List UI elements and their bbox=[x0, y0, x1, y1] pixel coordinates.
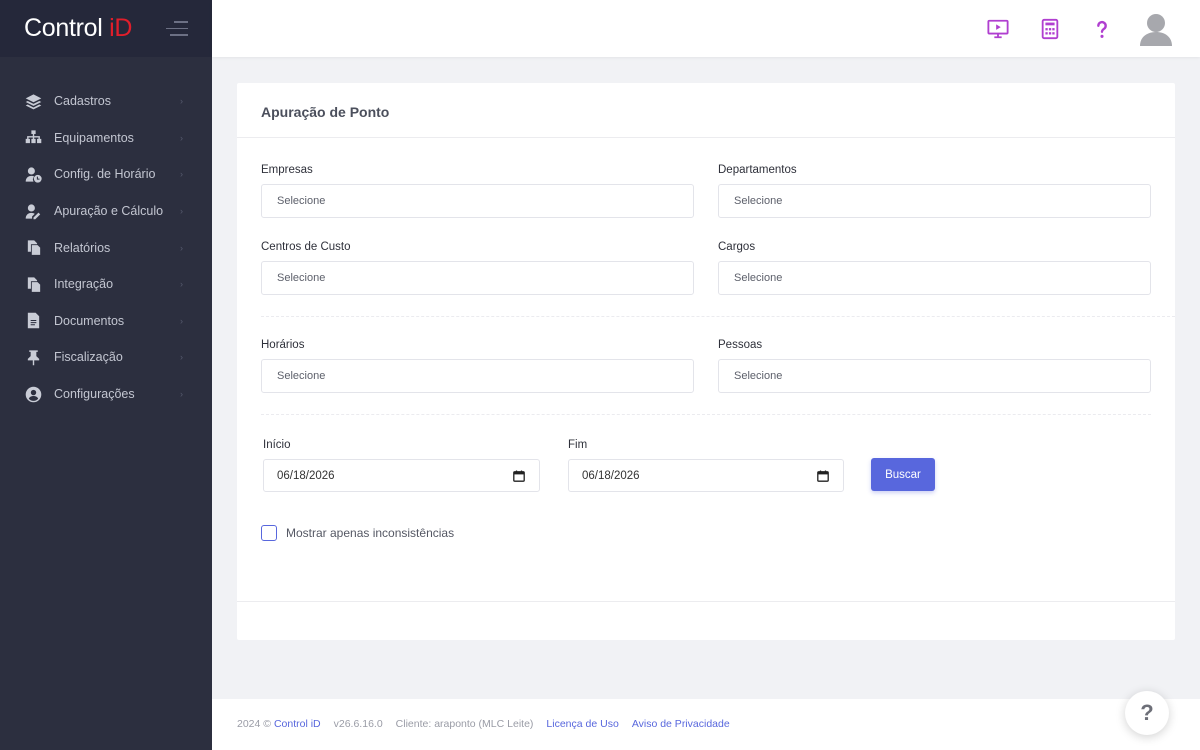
pin-icon bbox=[24, 348, 42, 366]
sidebar-item-equipamentos[interactable]: Equipamentos › bbox=[0, 120, 212, 157]
sidebar-item-label: Integração bbox=[54, 277, 114, 292]
departamentos-select[interactable]: Selecione bbox=[718, 184, 1151, 218]
inicio-label: Início bbox=[263, 439, 291, 451]
chevron-right-icon: › bbox=[180, 315, 183, 326]
fim-date-value: 06/18/2026 bbox=[582, 469, 640, 482]
chevron-right-icon: › bbox=[180, 206, 183, 217]
sidebar-item-relatorios[interactable]: Relatórios › bbox=[0, 229, 212, 266]
brand-logo[interactable]: Control iD bbox=[24, 14, 132, 43]
footer-year: 2024 © bbox=[237, 718, 272, 730]
copy-icon bbox=[24, 239, 42, 257]
chevron-right-icon: › bbox=[180, 242, 183, 253]
copy-icon bbox=[24, 275, 42, 293]
monitor-play-icon[interactable] bbox=[986, 17, 1010, 41]
empresas-select[interactable]: Selecione bbox=[261, 184, 694, 218]
logo-bar: Control iD bbox=[0, 0, 212, 57]
sidebar-item-configuracoes[interactable]: Configurações › bbox=[0, 376, 212, 413]
fim-date-input[interactable]: 06/18/2026 bbox=[568, 459, 844, 492]
chevron-right-icon: › bbox=[180, 389, 183, 400]
buscar-button[interactable]: Buscar bbox=[871, 458, 935, 491]
calendar-icon[interactable] bbox=[817, 470, 829, 482]
top-header bbox=[212, 0, 1200, 57]
sidebar-item-label: Config. de Horário bbox=[54, 167, 156, 182]
sidebar-item-fiscalizacao[interactable]: Fiscalização › bbox=[0, 339, 212, 376]
chevron-right-icon: › bbox=[180, 96, 183, 107]
sidebar-item-label: Relatórios bbox=[54, 240, 111, 255]
footer-company-link[interactable]: Control iD bbox=[274, 718, 321, 730]
pessoas-label: Pessoas bbox=[718, 339, 763, 351]
chevron-right-icon: › bbox=[180, 352, 183, 363]
pessoas-select[interactable]: Selecione bbox=[718, 359, 1151, 393]
brand-name-accent: iD bbox=[109, 14, 133, 42]
footer: 2024 © Control iD v26.6.16.0 Cliente: ar… bbox=[212, 699, 1200, 750]
menu-toggle-icon[interactable] bbox=[166, 21, 188, 37]
avatar[interactable] bbox=[1138, 11, 1174, 47]
sidebar-item-apuracao[interactable]: Apuração e Cálculo › bbox=[0, 193, 212, 230]
sidebar-item-label: Documentos bbox=[54, 313, 125, 328]
section-divider bbox=[261, 414, 1151, 415]
horarios-select[interactable]: Selecione bbox=[261, 359, 694, 393]
question-icon[interactable] bbox=[1090, 17, 1114, 41]
calculator-icon[interactable] bbox=[1038, 17, 1062, 41]
cargos-select[interactable]: Selecione bbox=[718, 261, 1151, 295]
sidebar-item-label: Fiscalização bbox=[54, 350, 123, 365]
chevron-right-icon: › bbox=[180, 169, 183, 180]
file-icon bbox=[24, 312, 42, 330]
card-footer-divider bbox=[237, 601, 1175, 602]
card-header-divider bbox=[237, 137, 1175, 138]
empresas-label: Empresas bbox=[261, 164, 313, 176]
chevron-right-icon: › bbox=[180, 132, 183, 143]
section-divider bbox=[261, 316, 1175, 317]
calendar-icon[interactable] bbox=[513, 470, 525, 482]
cargos-label: Cargos bbox=[718, 241, 756, 253]
footer-version: v26.6.16.0 bbox=[333, 718, 383, 730]
chevron-right-icon: › bbox=[180, 279, 183, 290]
sidebar-item-integracao[interactable]: Integração › bbox=[0, 266, 212, 303]
footer-client: Cliente: araponto (MLC Leite) bbox=[395, 718, 534, 730]
sitemap-icon bbox=[24, 129, 42, 147]
footer-privacy-link[interactable]: Aviso de Privacidade bbox=[632, 718, 730, 730]
avatar-icon bbox=[1140, 14, 1172, 46]
user-edit-icon bbox=[24, 202, 42, 220]
sidebar-item-label: Apuração e Cálculo bbox=[54, 204, 164, 219]
inicio-date-input[interactable]: 06/18/2026 bbox=[263, 459, 540, 492]
sidebar-item-cadastros[interactable]: Cadastros › bbox=[0, 83, 212, 120]
horarios-label: Horários bbox=[261, 339, 305, 351]
layers-icon bbox=[24, 92, 42, 110]
sidebar-nav: Cadastros › Equipamentos › Config. de Ho… bbox=[0, 57, 212, 412]
sidebar: Control iD Cadastros › Equipamentos › Co… bbox=[0, 0, 212, 750]
inconsistencias-checkbox[interactable] bbox=[261, 525, 277, 541]
sidebar-item-config-horario[interactable]: Config. de Horário › bbox=[0, 156, 212, 193]
centros-custo-label: Centros de Custo bbox=[261, 241, 351, 253]
page-title: Apuração de Ponto bbox=[261, 104, 390, 120]
inicio-date-value: 06/18/2026 bbox=[277, 469, 335, 482]
centros-custo-select[interactable]: Selecione bbox=[261, 261, 694, 295]
sidebar-item-label: Configurações bbox=[54, 387, 135, 402]
user-clock-icon bbox=[24, 165, 42, 183]
fim-label: Fim bbox=[568, 439, 588, 451]
user-circle-icon bbox=[24, 385, 42, 403]
footer-info: 2024 © Control iD v26.6.16.0 Cliente: ar… bbox=[237, 718, 730, 730]
departamentos-label: Departamentos bbox=[718, 164, 797, 176]
brand-name: Control bbox=[24, 14, 110, 42]
sidebar-item-label: Equipamentos bbox=[54, 130, 134, 145]
apuracao-card: Apuração de Ponto Empresas Selecione Dep… bbox=[237, 83, 1175, 640]
sidebar-item-label: Cadastros bbox=[54, 94, 111, 109]
sidebar-item-documentos[interactable]: Documentos › bbox=[0, 303, 212, 340]
help-fab-button[interactable]: ? bbox=[1125, 691, 1169, 735]
inconsistencias-label[interactable]: Mostrar apenas inconsistências bbox=[286, 526, 454, 540]
footer-license-link[interactable]: Licença de Uso bbox=[546, 718, 618, 730]
